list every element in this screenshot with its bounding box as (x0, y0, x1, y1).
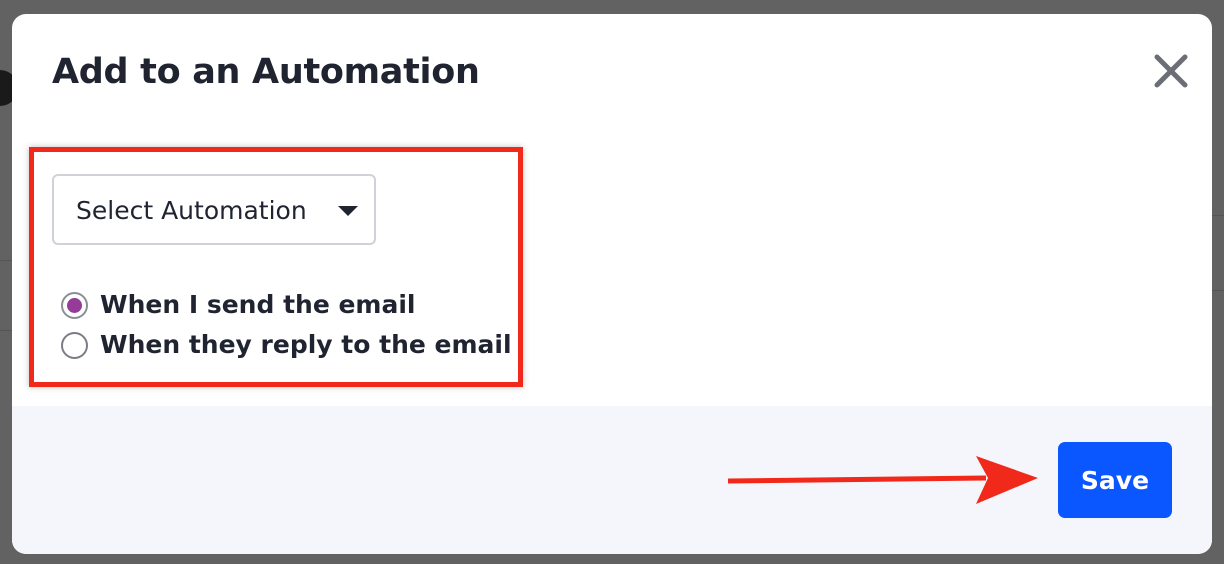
modal-title: Add to an Automation (52, 52, 480, 92)
close-icon (1154, 54, 1188, 88)
add-to-automation-modal: Add to an Automation Select Automation W… (12, 14, 1212, 554)
annotation-highlight-box (29, 147, 523, 387)
arrow-right-icon (727, 456, 1038, 504)
close-button[interactable] (1150, 50, 1192, 92)
save-button[interactable]: Save (1058, 442, 1172, 518)
